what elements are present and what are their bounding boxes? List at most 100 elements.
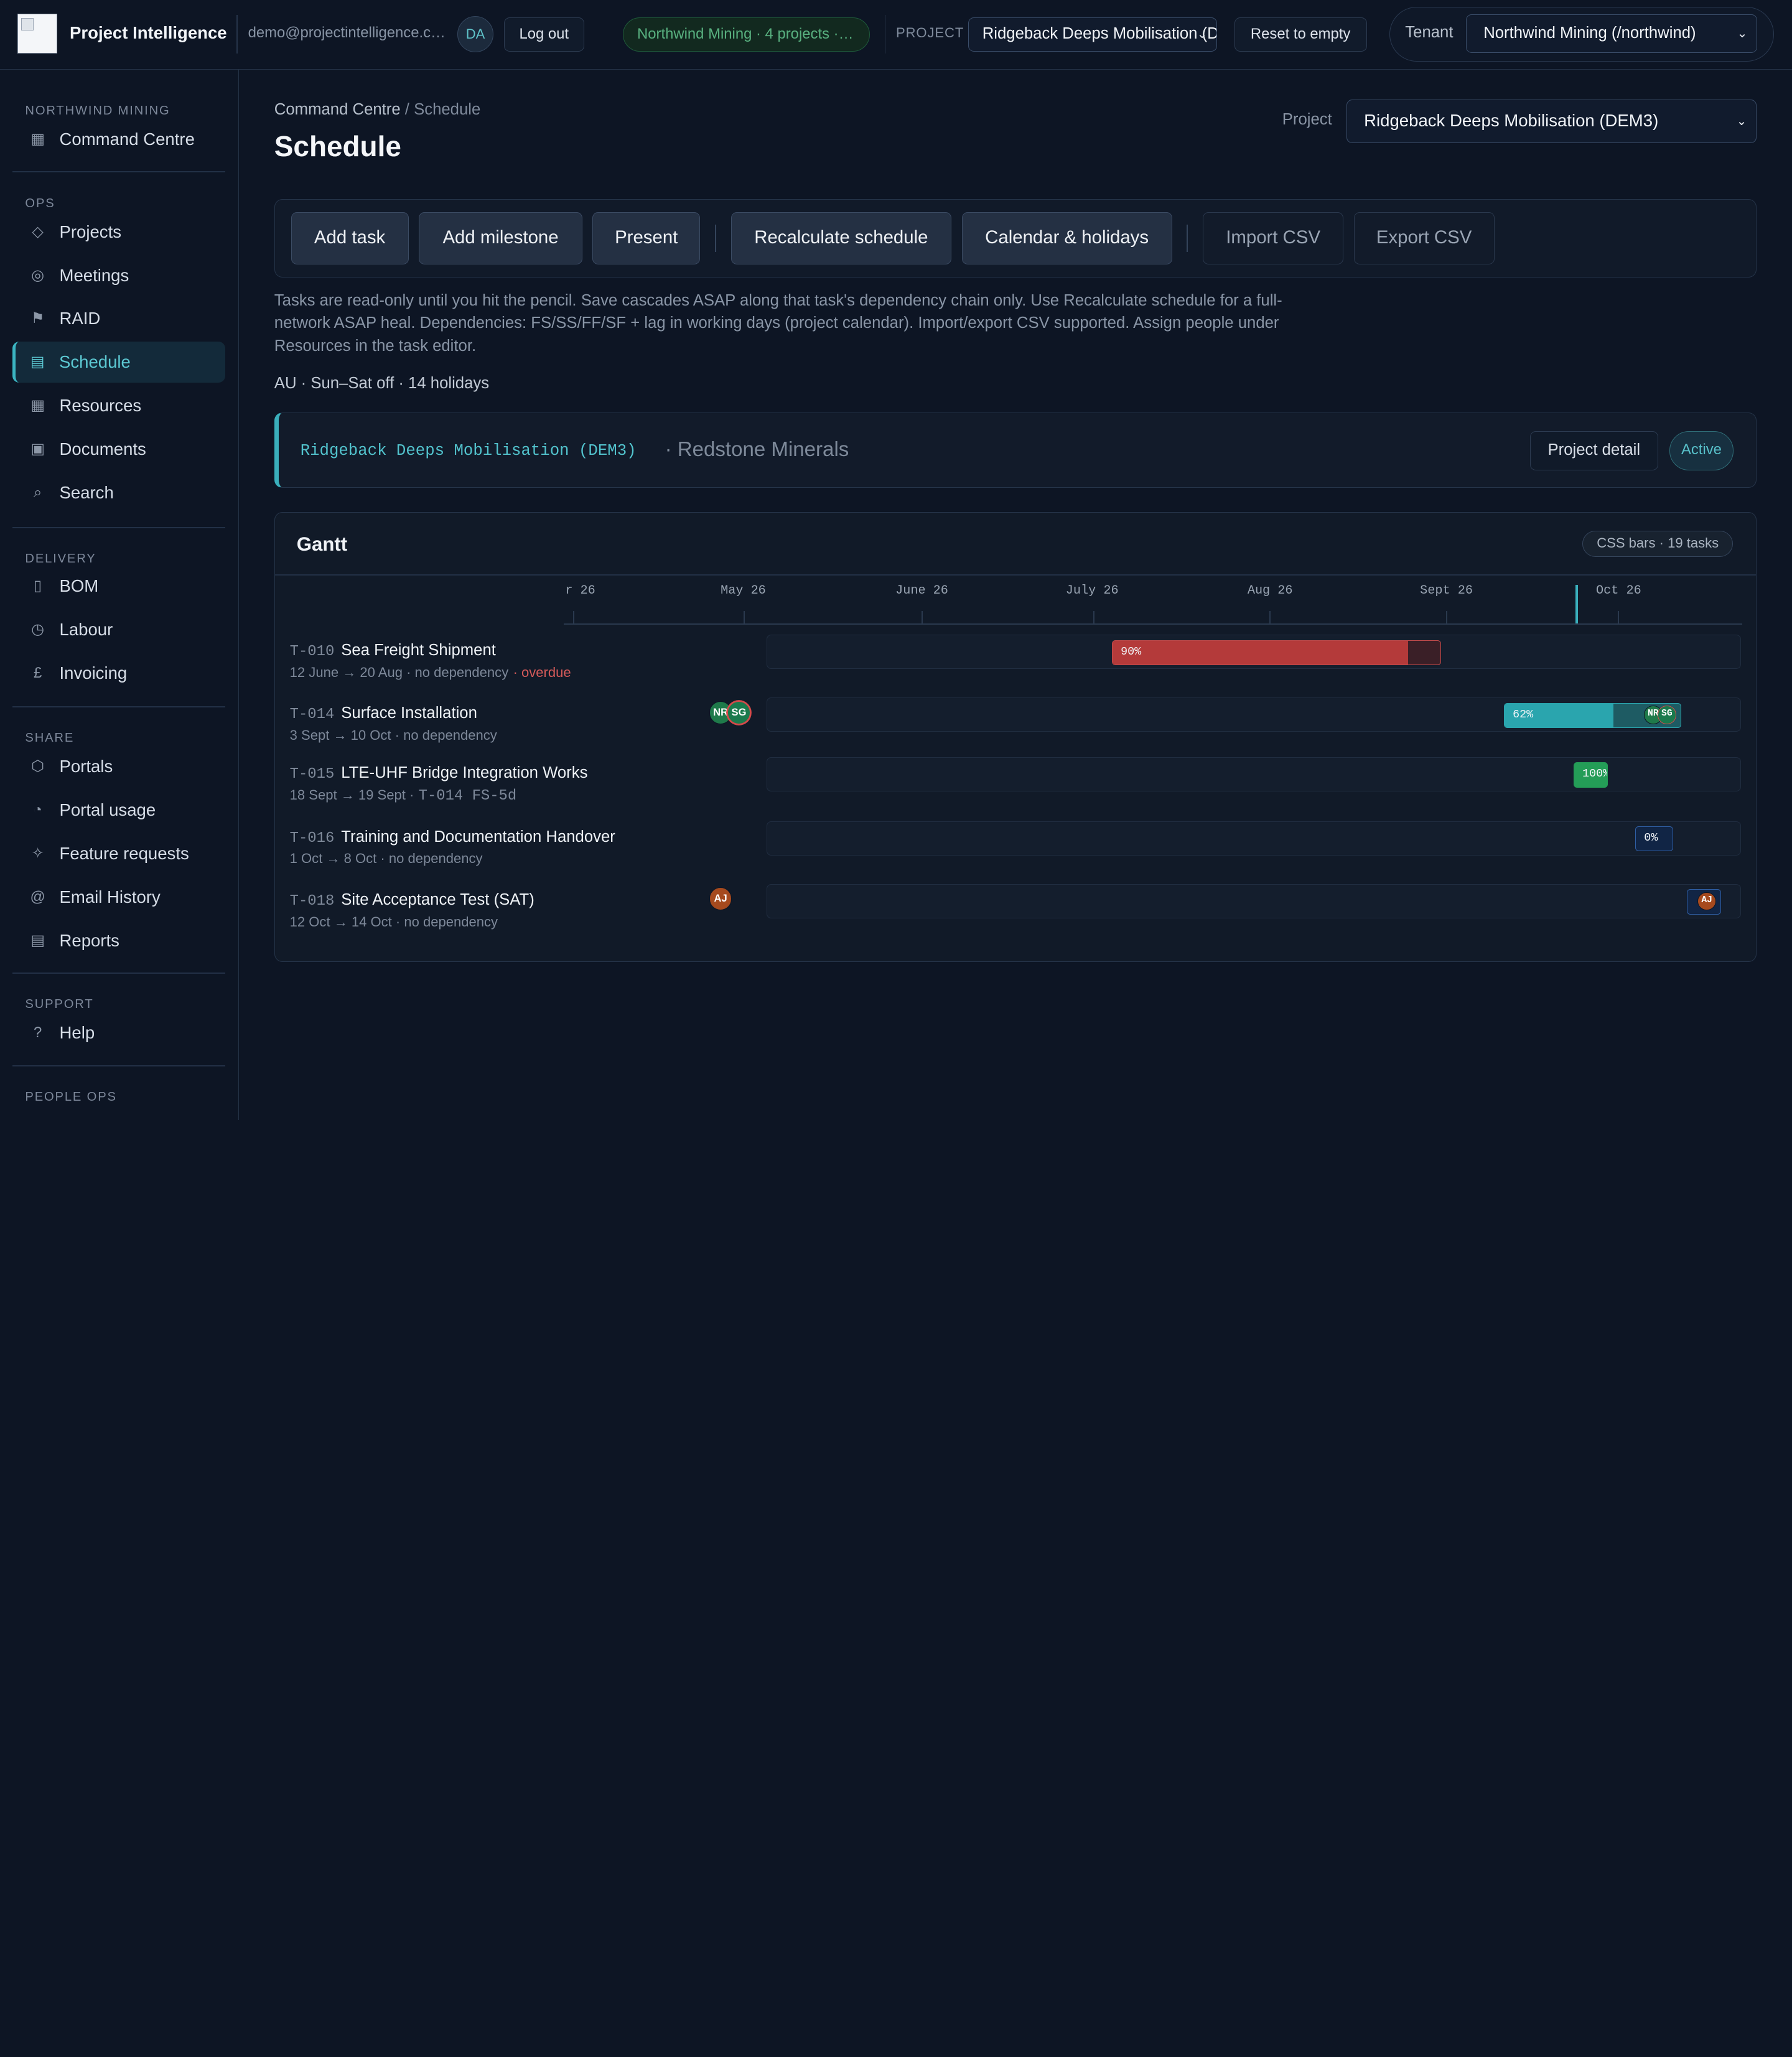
month-label: Oct 26 [1596, 583, 1641, 598]
sidebar-item-search[interactable]: ⌕ Search [12, 472, 225, 513]
chevron-down-icon: ⌄ [1737, 27, 1748, 41]
sidebar-divider [12, 526, 225, 528]
logout-button[interactable]: Log out [503, 17, 584, 52]
sidebar-item-feature-requests[interactable]: ✧ Feature requests [12, 833, 225, 874]
task-name[interactable]: T-014 Surface Installation [290, 704, 477, 723]
sidebar-item-portal-usage[interactable]: ◔ Portal usage [12, 790, 225, 831]
chevron-down-icon: ⌄ [1736, 114, 1747, 128]
breadcrumb: Command Centre / Schedule [274, 101, 480, 119]
gantt-bar[interactable]: 62% NR SG [1504, 702, 1681, 729]
sidebar-item-invoicing[interactable]: £ Invoicing [12, 653, 225, 694]
sidebar-item-label: Portal usage [59, 800, 156, 820]
sidebar-item-label: RAID [59, 309, 101, 329]
flag-icon: ⚑ [30, 310, 45, 327]
project-detail-button[interactable]: Project detail [1529, 431, 1658, 470]
chevron-down-icon: ⌄ [1197, 27, 1208, 41]
sidebar-section-title: OPS [25, 196, 55, 210]
gantt-bar[interactable]: 0% [1635, 826, 1674, 852]
sidebar-divider [12, 171, 225, 173]
breadcrumb-current: Schedule [414, 100, 481, 118]
gantt-title: Gantt [296, 533, 348, 555]
gantt-track: AJ [766, 884, 1742, 918]
gantt-bar[interactable]: 100% [1574, 762, 1608, 788]
question-icon: ? [33, 1024, 42, 1042]
status-badge: Active [1669, 431, 1734, 470]
progress-label: 90% [1121, 645, 1142, 658]
search-icon: ⌕ [33, 483, 42, 501]
progress-label: 100% [1582, 767, 1608, 781]
sidebar-item-resources[interactable]: ▦ Resources [12, 385, 225, 426]
sidebar-item-meetings[interactable]: ◎ Meetings [12, 255, 225, 296]
month-tick [1093, 610, 1094, 623]
calendar-holidays-button[interactable]: Calendar & holidays [961, 212, 1172, 265]
pie-icon: ◔ [33, 801, 42, 819]
task-name[interactable]: T-015 LTE-UHF Bridge Integration Works [290, 764, 588, 783]
task-name[interactable]: T-010 Sea Freight Shipment [290, 641, 496, 660]
gantt-track: 0% [766, 821, 1742, 856]
project-select[interactable]: Ridgeback Deeps Mobilisation (DEM3) ⌄ [968, 17, 1218, 52]
toolbar-divider [714, 224, 716, 253]
tenant-select[interactable]: Northwind Mining (/northwind) ⌄ [1465, 14, 1757, 54]
add-task-button[interactable]: Add task [291, 212, 409, 265]
sidebar-divider [12, 973, 225, 974]
tenant-label: Tenant [1405, 23, 1454, 41]
add-milestone-button[interactable]: Add milestone [419, 212, 582, 265]
import-csv-button[interactable]: Import CSV [1203, 212, 1344, 265]
sidebar-item-label: Projects [59, 222, 122, 241]
project-label: Project [1282, 111, 1332, 129]
month-label: July 26 [1065, 583, 1119, 598]
task-title: Surface Installation [341, 704, 477, 722]
sidebar-item-label: Meetings [59, 265, 129, 285]
top-bar: Project Intelligence demo@projectintelli… [0, 0, 1792, 70]
task-title: Training and Documentation Handover [341, 828, 615, 846]
sidebar-item-documents[interactable]: ▣ Documents [12, 429, 225, 470]
sidebar-item-label: BOM [59, 576, 99, 596]
gantt-bar[interactable]: 90% [1112, 640, 1442, 666]
timeline-axis [564, 623, 1743, 625]
sidebar-item-label: Search [59, 482, 114, 502]
sidebar-item-raid[interactable]: ⚑ RAID [12, 298, 225, 339]
task-meta: 3 Sept → 10 Oct · no dependency [290, 727, 497, 744]
task-meta: 1 Oct → 8 Oct · no dependency [290, 851, 483, 867]
project-select-value: Ridgeback Deeps Mobilisation (DEM3) [982, 24, 1216, 42]
project-select[interactable]: Ridgeback Deeps Mobilisation (DEM3) ⌄ [1346, 99, 1757, 143]
sidebar-item-projects[interactable]: ◇ Projects [12, 212, 225, 253]
export-csv-button[interactable]: Export CSV [1353, 212, 1495, 265]
tenant-summary-pill: Northwind Mining · 4 projects · 19 tasks [623, 17, 870, 52]
task-name[interactable]: T-016 Training and Documentation Handover [290, 828, 615, 847]
target-icon: ◎ [31, 266, 44, 284]
sidebar-divider [12, 1065, 225, 1066]
month-tick [922, 610, 923, 623]
progress-label: 62% [1513, 707, 1534, 721]
sidebar-item-email-history[interactable]: @ Email History [12, 877, 225, 918]
reset-button[interactable]: Reset to empty [1234, 17, 1367, 52]
breadcrumb-root[interactable]: Command Centre [274, 101, 401, 118]
month-tick [743, 610, 745, 623]
overdue-flag: · overdue [513, 665, 571, 681]
today-marker [1575, 584, 1578, 623]
sidebar-item-labour[interactable]: ◷ Labour [12, 609, 225, 650]
user-avatar[interactable]: DA [457, 16, 494, 53]
divider [884, 14, 886, 54]
sidebar-item-schedule[interactable]: ▤ Schedule [12, 342, 225, 383]
sidebar-section-title: SUPPORT [25, 997, 94, 1012]
task-title: Sea Freight Shipment [341, 641, 496, 660]
sidebar-item-label: Documents [59, 439, 146, 459]
assignee-avatar[interactable]: AJ [709, 887, 732, 910]
gantt-track: 100% [766, 757, 1742, 791]
gantt-track: 62% NR SG [766, 697, 1742, 732]
task-name[interactable]: T-018 Site Acceptance Test (SAT) [290, 891, 534, 910]
diamond-icon: ◇ [32, 223, 44, 240]
sidebar-item-help[interactable]: ? Help [12, 1012, 225, 1053]
gantt-bar[interactable]: AJ [1687, 889, 1722, 915]
user-email: demo@projectintelligence.com [248, 24, 448, 41]
recalculate-schedule-button[interactable]: Recalculate schedule [730, 212, 952, 265]
assignee-avatar: AJ [1697, 892, 1716, 911]
assignee-avatar[interactable]: SG [727, 701, 750, 724]
calendar-info: AU · Sun–Sat off · 14 holidays [274, 375, 490, 393]
sidebar-item-bom[interactable]: ▯ BOM [12, 566, 225, 607]
sidebar-item-command-centre[interactable]: ▦ Command Centre [12, 119, 225, 160]
sidebar-item-reports[interactable]: ▤ Reports [12, 920, 225, 961]
present-button[interactable]: Present [592, 212, 701, 265]
sidebar-item-portals[interactable]: ⬡ Portals [12, 746, 225, 787]
